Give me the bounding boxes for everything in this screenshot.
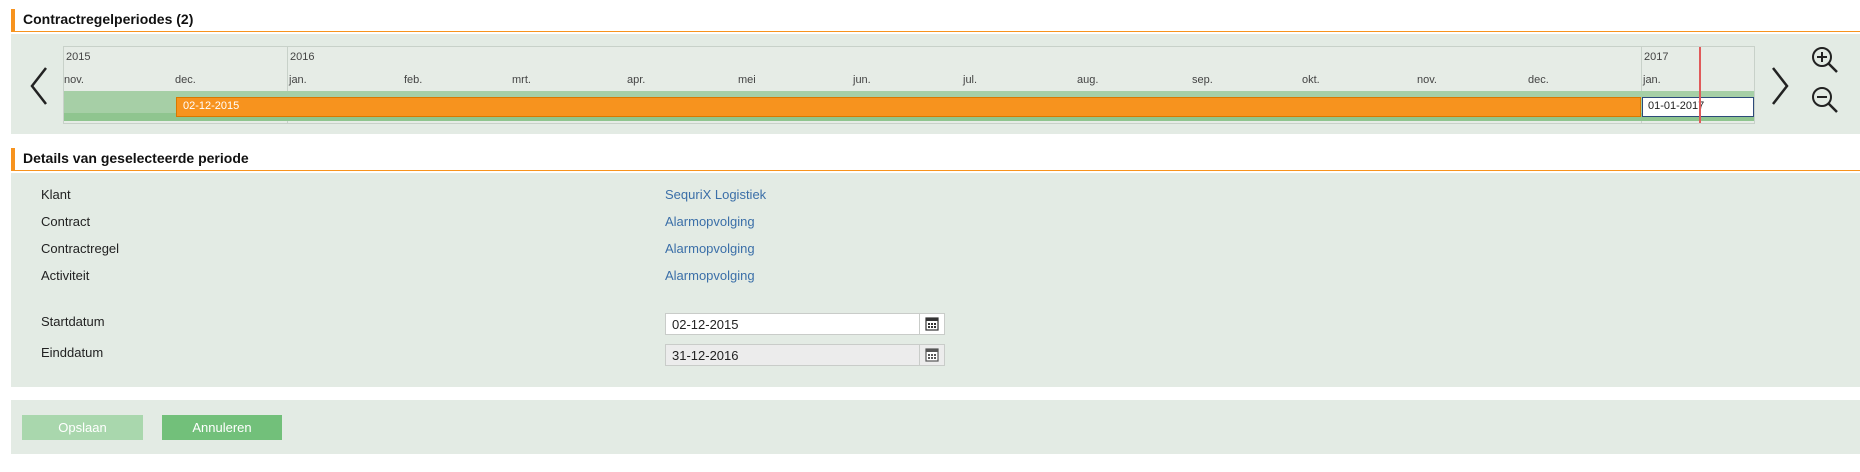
startdatum-value: 02-12-2015: [672, 317, 739, 332]
period-bar-label: 01-01-2017: [1648, 100, 1705, 112]
timeline-month: nov.: [64, 74, 84, 86]
chevron-right-icon[interactable]: [1768, 64, 1792, 108]
periods-section-header: Contractregelperiodes (2): [11, 9, 1860, 32]
timeline-month: jun.: [853, 74, 871, 86]
timeline-month: sep.: [1192, 74, 1213, 86]
contractregel-label: Contractregel: [41, 241, 120, 256]
calendar-icon[interactable]: [919, 314, 944, 334]
contract-link[interactable]: Alarmopvolging: [665, 214, 755, 229]
period-timeline[interactable]: 2015 2016 2017 nov. dec. jan. feb. mrt. …: [63, 46, 1755, 124]
timeline-month: dec.: [175, 74, 196, 86]
einddatum-value: 31-12-2016: [672, 348, 739, 363]
period-bar[interactable]: 01-01-2017: [1642, 97, 1754, 117]
timeline-month: dec.: [1528, 74, 1549, 86]
today-marker: [1699, 47, 1701, 123]
details-section-header: Details van geselecteerde periode: [11, 148, 1860, 171]
startdatum-field[interactable]: 02-12-2015: [665, 313, 945, 335]
timeline-month: okt.: [1302, 74, 1320, 86]
zoom-in-icon[interactable]: [1810, 45, 1840, 75]
timeline-month: mei: [738, 74, 756, 86]
activiteit-link[interactable]: Alarmopvolging: [665, 268, 755, 283]
calendar-icon[interactable]: [919, 345, 944, 365]
timeline-month: apr.: [627, 74, 646, 86]
contract-label: Contract: [41, 214, 91, 229]
contractregel-link[interactable]: Alarmopvolging: [665, 241, 755, 256]
timeline-month: jul.: [963, 74, 978, 86]
save-button[interactable]: Opslaan: [22, 415, 143, 440]
timeline-month: jan.: [289, 74, 307, 86]
timeline-month: nov.: [1417, 74, 1437, 86]
klant-label: Klant: [41, 187, 71, 202]
klant-link[interactable]: SequriX Logistiek: [665, 187, 766, 202]
action-bar: [11, 400, 1860, 454]
timeline-month: feb.: [404, 74, 423, 86]
period-bar-label: 02-12-2015: [183, 100, 240, 112]
einddatum-field[interactable]: 31-12-2016: [665, 344, 945, 366]
timeline-month: aug.: [1077, 74, 1099, 86]
timeline-month: mrt.: [512, 74, 531, 86]
cancel-button[interactable]: Annuleren: [162, 415, 282, 440]
einddatum-label: Einddatum: [41, 345, 104, 360]
periods-section-title: Contractregelperiodes (2): [23, 11, 194, 27]
timeline-month: jan.: [1643, 74, 1661, 86]
period-bar-selected[interactable]: 02-12-2015: [176, 97, 1641, 117]
details-section-title: Details van geselecteerde periode: [23, 150, 249, 166]
activiteit-label: Activiteit: [41, 268, 90, 283]
chevron-left-icon[interactable]: [27, 64, 51, 108]
zoom-out-icon[interactable]: [1810, 85, 1840, 115]
startdatum-label: Startdatum: [41, 314, 105, 329]
